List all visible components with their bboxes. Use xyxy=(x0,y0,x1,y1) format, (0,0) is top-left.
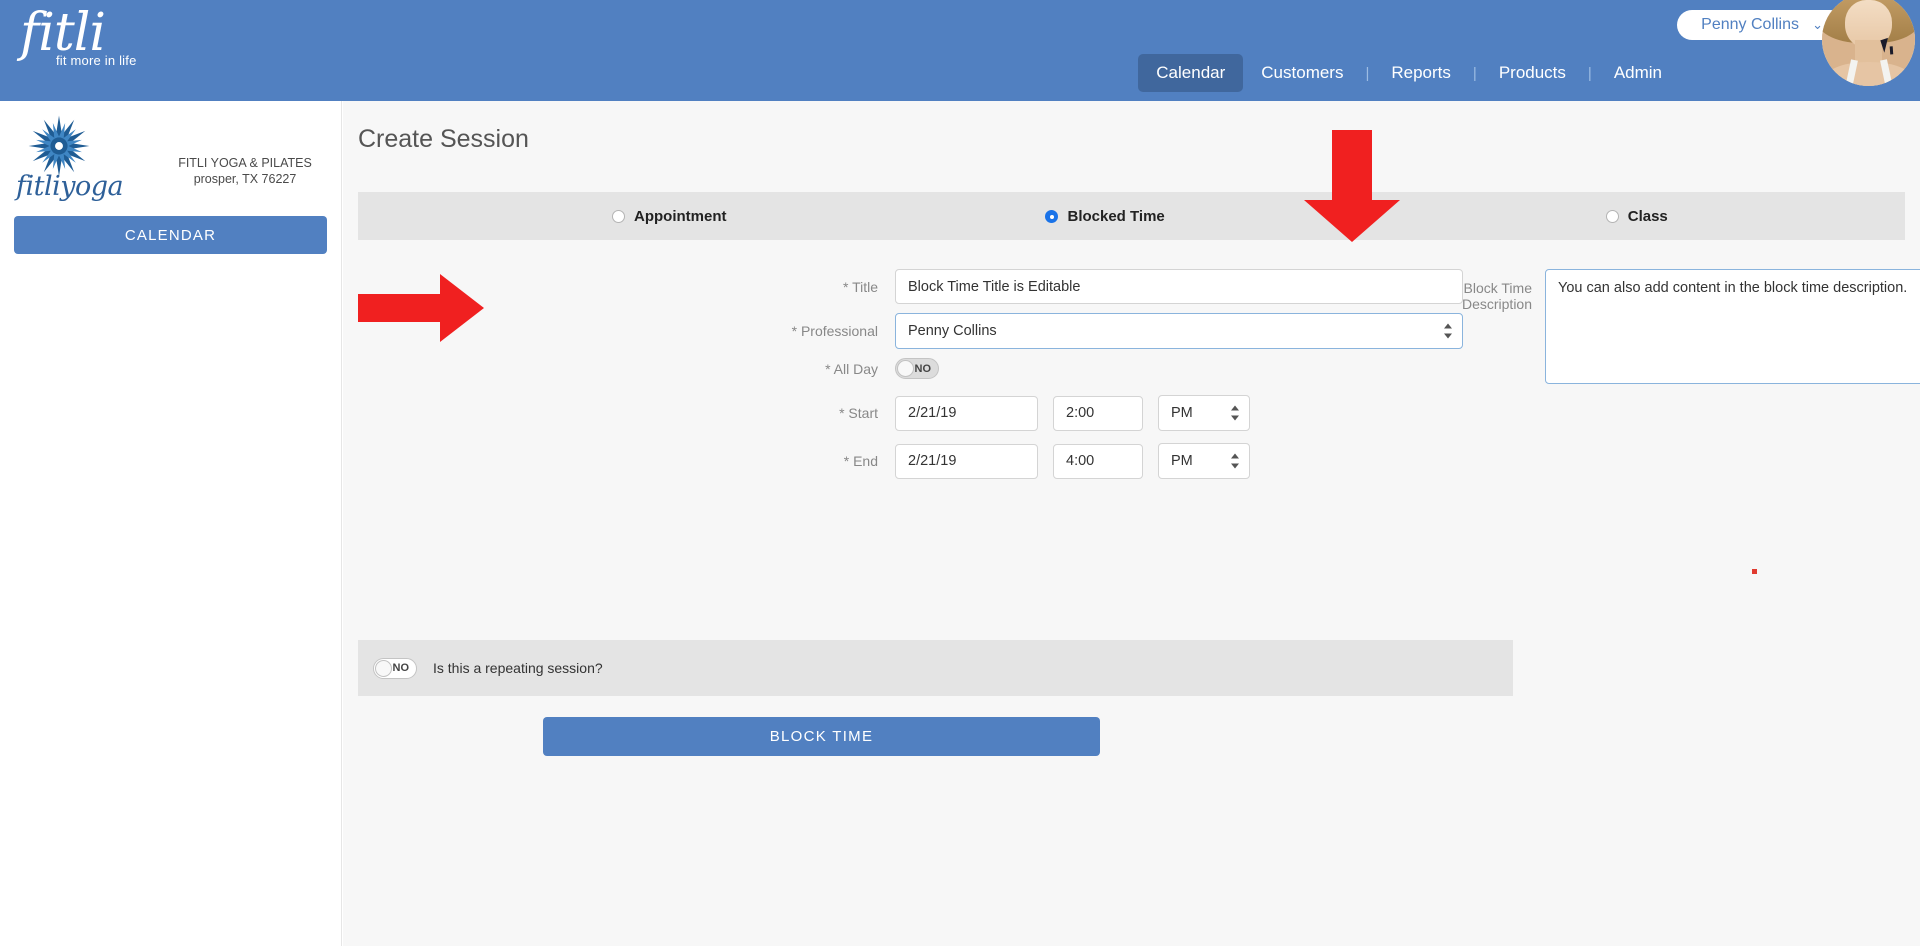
page-title: Create Session xyxy=(358,125,529,153)
end-time-input[interactable] xyxy=(1053,443,1143,479)
fitliyoga-wordmark: fitliyoga xyxy=(16,171,124,202)
toggle-knob xyxy=(375,659,392,677)
all-day-toggle[interactable]: NO xyxy=(895,358,939,379)
business-info: FITLI YOGA & PILATES prosper, TX 76227 xyxy=(160,155,330,187)
professional-select[interactable]: Penny Collins xyxy=(895,313,1463,349)
user-menu-button[interactable]: Penny Collins ⌄ xyxy=(1677,10,1845,40)
session-type-blocked-time[interactable]: Blocked Time xyxy=(1045,207,1165,225)
title-row: * Title xyxy=(773,269,1463,304)
session-type-selector: Appointment Blocked Time Class xyxy=(358,192,1905,240)
block-time-button[interactable]: BLOCK TIME xyxy=(543,717,1100,756)
red-marker-dot xyxy=(1752,569,1757,574)
business-header: fitliyoga FITLI YOGA & PILATES prosper, … xyxy=(0,111,341,203)
main-content: Create Session Appointment Blocked Time … xyxy=(343,101,1920,946)
nav-separator: | xyxy=(1365,64,1370,82)
nav-item-admin[interactable]: Admin xyxy=(1596,54,1680,92)
logo-tagline: fit more in life xyxy=(56,53,137,68)
fitliyoga-logo: fitliyoga xyxy=(14,113,124,208)
business-name: FITLI YOGA & PILATES xyxy=(178,156,312,170)
start-time-input[interactable] xyxy=(1053,395,1143,431)
nav-separator: | xyxy=(1472,64,1477,82)
session-type-blocked-time-label: Blocked Time xyxy=(1067,207,1165,225)
nav-item-calendar[interactable]: Calendar xyxy=(1138,54,1244,92)
user-name-label: Penny Collins xyxy=(1701,16,1799,33)
start-ampm-value: PM xyxy=(1171,405,1193,421)
session-type-appointment[interactable]: Appointment xyxy=(612,208,726,225)
nav-item-products[interactable]: Products xyxy=(1481,54,1584,92)
radio-appointment-icon[interactable] xyxy=(612,209,625,223)
spinner-arrows-icon xyxy=(1230,405,1239,421)
session-type-class-label: Class xyxy=(1627,207,1668,225)
calendar-button[interactable]: CALENDAR xyxy=(14,216,327,254)
repeating-toggle-value: NO xyxy=(392,662,410,674)
start-row: * Start PM xyxy=(773,395,1463,431)
all-day-label: * All Day xyxy=(825,360,878,377)
business-location: prosper, TX 76227 xyxy=(193,172,297,186)
all-day-toggle-value: NO xyxy=(914,362,932,375)
all-day-row: * All Day NO xyxy=(773,358,1463,379)
app-header: fitli fit more in life Calendar Customer… xyxy=(0,0,1920,101)
nav-item-reports[interactable]: Reports xyxy=(1373,54,1469,92)
fitli-logo: fitli fit more in life xyxy=(20,5,160,85)
repeating-session-bar: NO Is this a repeating session? xyxy=(358,640,1513,696)
spinner-arrows-icon xyxy=(1230,453,1239,469)
end-label: * End xyxy=(843,453,878,469)
nav-separator: | xyxy=(1587,64,1592,82)
session-type-class[interactable]: Class xyxy=(1605,207,1668,225)
end-date-input[interactable] xyxy=(895,443,1038,479)
repeating-session-toggle[interactable]: NO xyxy=(373,657,417,679)
professional-row: * Professional Penny Collins xyxy=(773,313,1463,349)
end-ampm-value: PM xyxy=(1171,453,1193,469)
radio-blocked-time-icon[interactable] xyxy=(1045,209,1059,223)
avatar[interactable] xyxy=(1822,0,1915,86)
start-ampm-select[interactable]: PM xyxy=(1158,395,1250,431)
title-label: * Title xyxy=(842,278,878,295)
sidebar: fitliyoga FITLI YOGA & PILATES prosper, … xyxy=(0,101,342,946)
description-row: Block Time Description You can also add … xyxy=(1415,269,1920,384)
start-date-input[interactable] xyxy=(895,395,1038,431)
sunburst-icon xyxy=(28,115,90,177)
radio-class-icon[interactable] xyxy=(1605,209,1619,223)
session-type-appointment-label: Appointment xyxy=(634,207,727,225)
main-navigation: Calendar Customers | Reports | Products … xyxy=(1138,54,1680,92)
end-row: * End PM xyxy=(773,443,1463,479)
session-form: * Title * Professional Penny Collins * A… xyxy=(773,269,1463,488)
professional-value: Penny Collins xyxy=(908,323,997,339)
annotation-arrow-down xyxy=(1304,130,1400,242)
annotation-arrow-right xyxy=(358,274,484,342)
description-textarea[interactable]: You can also add content in the block ti… xyxy=(1545,269,1920,384)
title-input[interactable] xyxy=(895,269,1463,304)
description-label: Block Time Description xyxy=(1461,280,1532,312)
professional-label: * Professional xyxy=(791,323,878,339)
repeating-session-question: Is this a repeating session? xyxy=(433,660,603,676)
toggle-knob xyxy=(897,360,914,377)
nav-item-customers[interactable]: Customers xyxy=(1243,54,1361,92)
start-label: * Start xyxy=(839,405,878,421)
end-ampm-select[interactable]: PM xyxy=(1158,443,1250,479)
